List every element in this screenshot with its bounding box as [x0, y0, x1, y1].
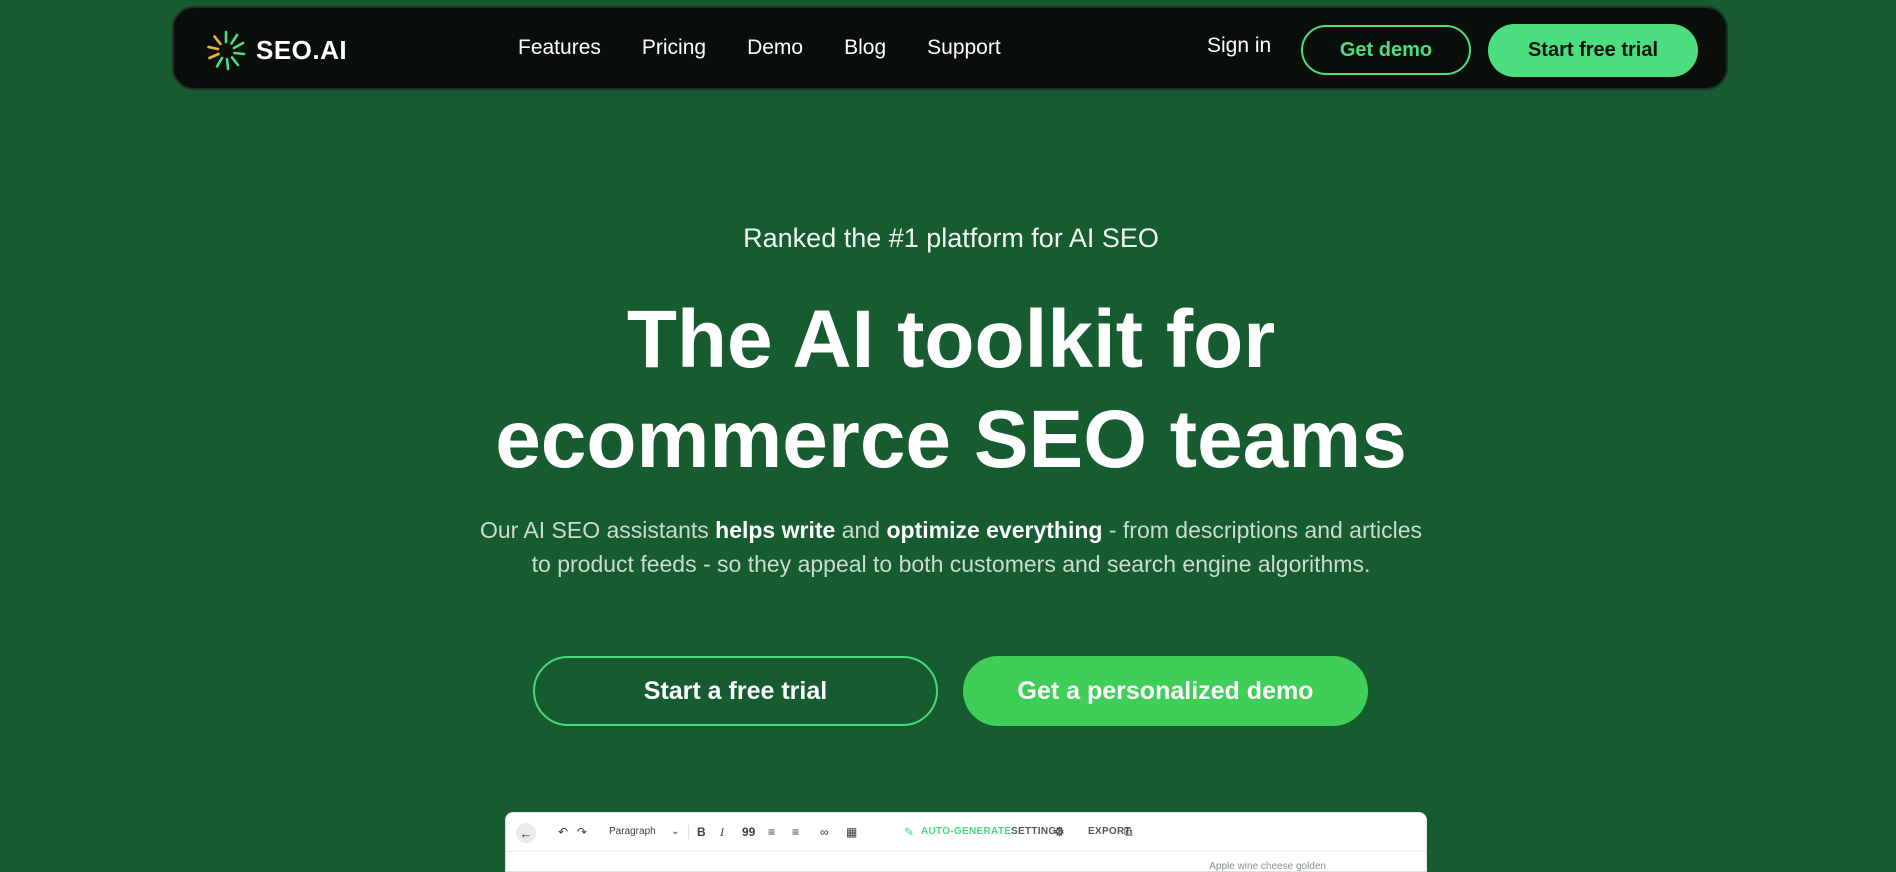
quote-button[interactable]: 99	[742, 823, 755, 841]
back-arrow-icon[interactable]: ←	[516, 823, 536, 843]
gear-icon: ⚙	[1054, 825, 1065, 839]
nav-link-features[interactable]: Features	[518, 36, 601, 60]
sunburst-logo-icon	[204, 28, 248, 72]
hero-sub-bold-2: optimize everything	[886, 517, 1103, 543]
hero-sub-text-3: - from descriptions and articles	[1102, 517, 1423, 543]
hero-title: The AI toolkit for ecommerce SEO teams	[0, 290, 1896, 490]
hero-sub-bold-1: helps write	[715, 517, 836, 543]
chevron-down-icon[interactable]: ⌄	[671, 823, 679, 841]
nav-link-demo[interactable]: Demo	[747, 36, 803, 60]
pencil-icon: ✎	[904, 825, 915, 839]
hero-sub-text-2: and	[835, 517, 887, 543]
sign-in-link[interactable]: Sign in	[1207, 34, 1271, 58]
hero-title-line-1: The AI toolkit for	[626, 294, 1276, 385]
logo-text: SEO.AI	[256, 34, 348, 65]
link-icon[interactable]: ∞	[820, 823, 829, 841]
hero-sub-line-2: to product feeds - so they appeal to bot…	[531, 551, 1371, 577]
editor-toolbar: ← ↶ ↷ Paragraph ⌄ B I 99 ≡ ≡ ∞ ▦ ✎ AUTO-…	[506, 813, 1426, 851]
editor-preview: ← ↶ ↷ Paragraph ⌄ B I 99 ≡ ≡ ∞ ▦ ✎ AUTO-…	[505, 812, 1427, 872]
copy-icon: ⧉	[1124, 825, 1133, 839]
bold-button[interactable]: B	[697, 823, 706, 841]
logo[interactable]: SEO.AI	[204, 28, 347, 72]
personalized-demo-cta[interactable]: Get a personalized demo	[963, 656, 1368, 726]
top-navbar: SEO.AI Features Pricing Demo Blog Suppor…	[172, 6, 1728, 90]
start-free-trial-button[interactable]: Start free trial	[1488, 24, 1698, 77]
italic-button[interactable]: I	[720, 823, 724, 841]
hero-subtitle: Our AI SEO assistants helps write and op…	[0, 513, 1896, 581]
hero-title-line-2: ecommerce SEO teams	[495, 394, 1407, 485]
start-free-trial-cta[interactable]: Start a free trial	[533, 656, 938, 726]
toolbar-divider	[688, 825, 689, 839]
hero-sub-text-1: Our AI SEO assistants	[479, 517, 716, 543]
table-icon[interactable]: ▦	[846, 823, 857, 841]
nav-link-support[interactable]: Support	[927, 36, 1001, 60]
auto-generate-button[interactable]: AUTO-GENERATE	[921, 823, 1011, 841]
paragraph-select[interactable]: Paragraph	[609, 823, 656, 841]
editor-meta-text: Apple wine cheese golden	[1209, 861, 1326, 872]
toolbar-border	[506, 851, 1426, 852]
undo-icon[interactable]: ↶	[558, 823, 568, 841]
get-demo-button[interactable]: Get demo	[1301, 25, 1471, 75]
nav-links: Features Pricing Demo Blog Support	[518, 8, 1042, 88]
redo-icon[interactable]: ↷	[577, 823, 587, 841]
nav-link-blog[interactable]: Blog	[844, 36, 886, 60]
hero-eyebrow: Ranked the #1 platform for AI SEO	[743, 223, 1159, 253]
nav-link-pricing[interactable]: Pricing	[642, 36, 706, 60]
bullet-list-icon[interactable]: ≡	[768, 823, 775, 841]
numbered-list-icon[interactable]: ≡	[792, 823, 799, 841]
